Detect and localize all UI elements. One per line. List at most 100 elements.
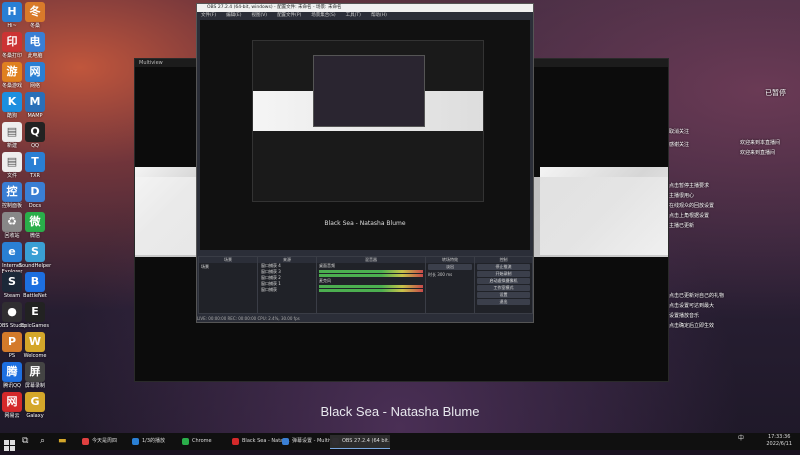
app-icon: M [25,92,45,112]
app-icon: 冬 [25,2,45,22]
obs-menu-item[interactable]: 帮助(H) [371,13,387,18]
source-item[interactable]: 窗口捕获 [258,287,316,293]
desktop-icon[interactable]: T TXR [15,152,55,179]
desktop-icon[interactable]: 屏屏幕录制 [15,362,55,389]
ime-indicator[interactable]: 中 [738,435,744,442]
explorer-icon[interactable]: ▬ [58,436,67,447]
obs-menu-item[interactable]: 视图(V) [251,13,267,18]
taskbar-item-label: OBS 27.2.4 (64 bit… [342,438,390,444]
desktop-icon-label: MAMP [27,113,43,119]
obs-menu-item[interactable]: 场景集合(S) [311,13,335,18]
control-button[interactable]: 启动虚拟摄像机 [477,278,530,284]
chat-message: 点击上角根据设置 [669,213,710,219]
controls-header: 控制 [475,257,532,263]
taskbar-item[interactable]: OBS 27.2.4 (64 bit… [330,435,390,449]
audio-meter [319,289,423,292]
app-icon [82,438,89,445]
taskbar-item-label: 1/3的播放 [142,438,166,444]
desktop-icon-label: TXR [30,173,40,179]
desktop-icon[interactable]: 电此电脑 [15,32,55,59]
system-tray[interactable]: 中 17:33:36 2022/6/11 [738,434,792,448]
task-view-icon[interactable]: ⧉ [22,436,28,447]
app-icon [182,438,189,445]
transition-duration[interactable]: 时长 300 ms [426,271,474,279]
desktop-icon[interactable]: D Docs [15,182,55,209]
start-button[interactable] [4,436,15,451]
control-button[interactable]: 开始录制 [477,271,530,277]
taskbar: ⧉ ⌕ ▬ 今天是周四 1/3的播放 Chrome Black Sea - Natas… [0,433,800,451]
desktop-icon-label: EpicGames [21,323,49,329]
desktop-icon[interactable]: W Welcome [15,332,55,359]
app-icon [232,438,239,445]
clock-date: 2022/6/11 [766,441,792,447]
chat-message: 欢迎来到直播间 [740,150,776,156]
audio-meter [319,285,423,288]
app-icon [132,438,139,445]
desktop-icon[interactable]: Q QQ [15,122,55,149]
chat-message: 点击已更新对自己的礼物 [669,293,725,299]
app-icon [282,438,289,445]
chat-message: 主播很用心 [669,193,695,199]
desktop-icon[interactable]: B BattleNet [15,272,55,299]
chat-message: 点击确定后立即生效 [669,323,715,329]
nested-obs-window [313,55,425,127]
mixer-list: 桌面音频 麦克风 [317,263,425,292]
audio-meter [319,274,423,277]
desktop-icon-label: 网络 [29,83,40,89]
scene-item[interactable]: 场景 [199,263,257,271]
chat-message: 欢迎来到本直播间 [740,140,781,146]
chat-message: 感谢关注 [669,142,690,148]
desktop-icon[interactable]: 微微信 [15,212,55,239]
obs-menu-item[interactable]: 编辑(E) [226,13,241,18]
desktop-icon-label: SoundHelper [18,263,52,269]
control-button[interactable]: 工作室模式 [477,285,530,291]
app-icon: B [25,272,45,292]
chat-message: 取消关注 [669,129,690,135]
chat-message: 点击设置可达到最大 [669,303,715,309]
obs-menubar: 文件(F) 编辑(E) 视图(V) 配置文件(P) 场景集合(S) 工具(T) 帮助(H) [197,12,533,19]
control-button[interactable]: 设置 [477,292,530,298]
obs-preview[interactable]: Black Sea - Natasha Blume [200,20,530,250]
obs-titlebar: OBS 27.2.4 (64-bit, windows) - 配置文件: 未命名… [197,4,533,12]
app-icon: 屏 [25,362,45,382]
obs-menu-item[interactable]: 配置文件(P) [277,13,301,18]
audio-meter [319,270,423,273]
taskbar-item-label: Chrome [192,438,212,444]
desktop-icon-label: 微信 [29,233,40,239]
controls-dock[interactable]: 控制 停止推流 开始录制 启动虚拟摄像机 工作室模式 设置 退出 [474,256,533,314]
obs-menu-item[interactable]: 工具(T) [346,13,361,18]
song-caption: Black Sea - Natasha Blume [320,404,480,419]
mixer-dock[interactable]: 混音器 桌面音频 麦克风 [316,256,426,314]
transition-header: 转场特效 [426,257,474,263]
chat-message: 已暂停 [765,89,786,97]
desktop-icon-label: Welcome [23,353,47,359]
desktop-icon[interactable]: S SoundHelper [15,242,55,269]
app-icon: S [25,242,45,262]
scenes-dock[interactable]: 场景 场景 [198,256,258,314]
network-icon: 网 [25,62,45,82]
control-button[interactable]: 停止推流 [477,264,530,270]
nested-preview [252,40,484,202]
app-icon [332,438,339,445]
obs-menu-item[interactable]: 文件(F) [201,13,216,18]
transition-dock[interactable]: 转场特效 淡出 时长 300 ms [425,256,475,314]
clock-time: 17:33:36 [767,434,791,440]
app-icon: D [25,182,45,202]
desktop-icon[interactable]: E EpicGames [15,302,55,329]
transition-select[interactable]: 淡出 [428,264,472,270]
sources-dock[interactable]: 来源 窗口捕获 4 窗口捕获 3 窗口捕获 2 窗口捕获 1 窗口捕获 [257,256,317,314]
app-icon: T [25,152,45,172]
desktop-icon-label: Docs [28,203,42,209]
mixer-channel-label: 桌面音频 [319,263,335,268]
desktop-icon[interactable]: M MAMP [15,92,55,119]
desktop-icon[interactable]: 网网络 [15,62,55,89]
desktop-icon-label: BattleNet [23,293,47,299]
desktop-icon-label: 此电脑 [27,53,43,59]
app-icon: W [25,332,45,352]
computer-icon: 电 [25,32,45,52]
search-icon[interactable]: ⌕ [40,436,45,447]
desktop-icon[interactable]: 冬冬桑 [15,2,55,29]
obs-main-window[interactable]: OBS 27.2.4 (64-bit, windows) - 配置文件: 未命名… [196,3,534,323]
epic-icon: E [25,302,45,322]
control-button[interactable]: 退出 [477,299,530,305]
